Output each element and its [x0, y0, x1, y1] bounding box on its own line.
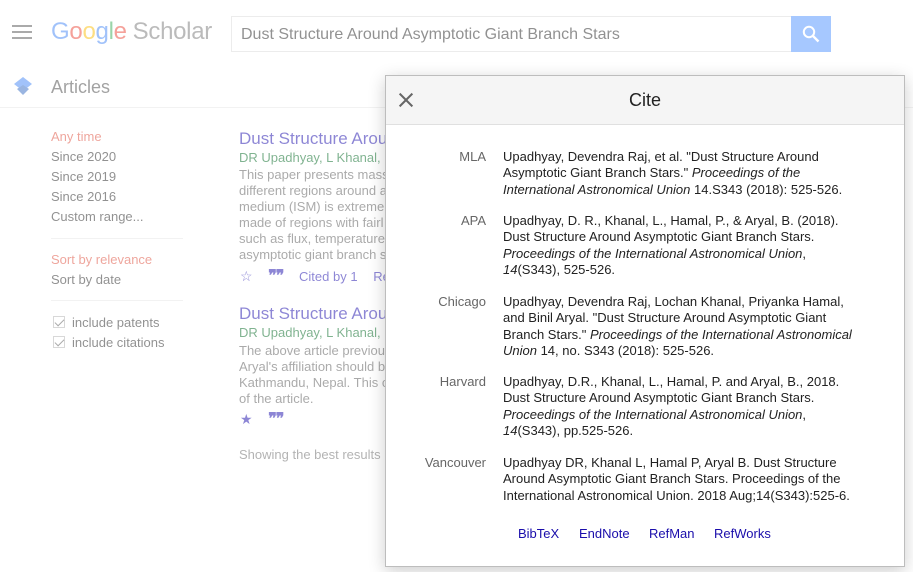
citation-text[interactable]: Upadhyay, Devendra Raj, et al. "Dust Str…	[503, 149, 858, 198]
cite-dialog: Cite MLA Upadhyay, Devendra Raj, et al. …	[385, 75, 905, 567]
export-bibtex-link[interactable]: BibTeX	[518, 526, 559, 541]
citation-text[interactable]: Upadhyay, Devendra Raj, Lochan Khanal, P…	[503, 294, 858, 359]
citation-text[interactable]: Upadhyay DR, Khanal L, Hamal P, Aryal B.…	[503, 455, 858, 504]
dialog-header: Cite	[386, 76, 904, 125]
citation-style-label: Chicago	[438, 294, 486, 309]
export-endnote-link[interactable]: EndNote	[579, 526, 630, 541]
export-refman-link[interactable]: RefMan	[649, 526, 695, 541]
citation-style-label: Vancouver	[424, 455, 486, 470]
dialog-title: Cite	[628, 90, 661, 110]
citation-style-label: APA	[460, 213, 486, 228]
export-refworks-link[interactable]: RefWorks	[714, 526, 771, 541]
citation-text[interactable]: Upadhyay, D. R., Khanal, L., Hamal, P., …	[503, 213, 858, 278]
citation-style-label: MLA	[459, 149, 486, 164]
citation-text[interactable]: Upadhyay, D.R., Khanal, L., Hamal, P. an…	[503, 374, 858, 439]
citation-style-label: Harvard	[439, 374, 486, 389]
